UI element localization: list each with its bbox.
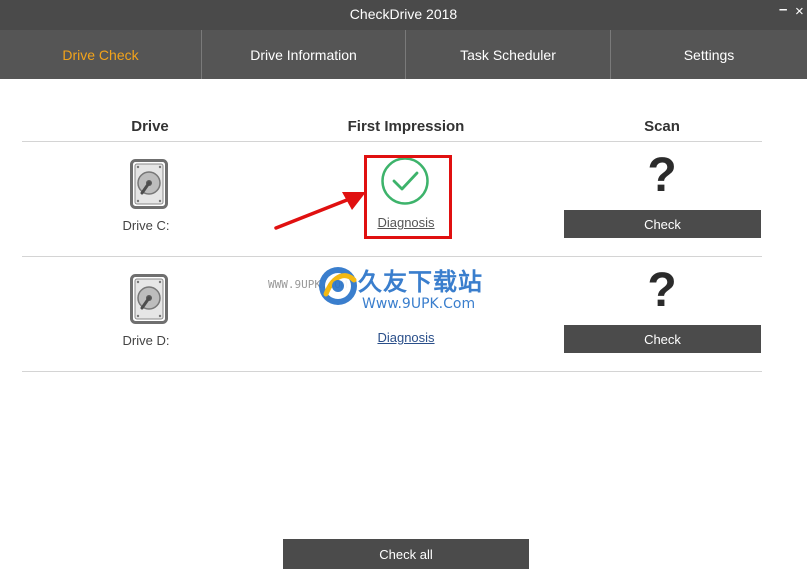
red-arrow-icon [274, 192, 366, 230]
tab-settings[interactable]: Settings [611, 30, 807, 79]
column-header-first-impression: First Impression [347, 118, 465, 135]
check-button[interactable]: Check [564, 210, 761, 238]
tab-task-scheduler[interactable]: Task Scheduler [406, 30, 611, 79]
hard-drive-icon [130, 159, 168, 209]
drive-label: Drive D: [122, 333, 170, 348]
checkdrive-window: CheckDrive 2018 – × Drive Check Drive In… [0, 0, 807, 575]
minimize-button[interactable]: – [779, 1, 787, 18]
tab-drive-check[interactable]: Drive Check [0, 30, 202, 79]
watermark: 久友下载站 Www.9UPK.Com [300, 258, 520, 328]
divider [22, 371, 762, 372]
watermark-url: Www.9UPK.Com [362, 296, 476, 312]
diagnosis-link[interactable]: Diagnosis [356, 330, 456, 345]
column-header-drive: Drive [131, 118, 169, 135]
main-tab-bar: Drive Check Drive Information Task Sched… [0, 30, 807, 79]
question-mark-icon: ? [647, 149, 677, 202]
question-mark-icon: ? [647, 264, 677, 317]
tab-drive-information[interactable]: Drive Information [202, 30, 406, 79]
watermark-chinese-text: 久友下载站 [358, 268, 483, 296]
column-header-scan: Scan [644, 118, 680, 135]
check-all-button[interactable]: Check all [283, 539, 529, 569]
window-title: CheckDrive 2018 [349, 6, 458, 22]
title-bar: CheckDrive 2018 – × [0, 0, 807, 30]
close-button[interactable]: × [795, 3, 804, 20]
check-button[interactable]: Check [564, 325, 761, 353]
drive-label: Drive C: [122, 218, 170, 233]
hard-drive-icon [130, 274, 168, 324]
watermark-logo-icon [319, 267, 357, 305]
